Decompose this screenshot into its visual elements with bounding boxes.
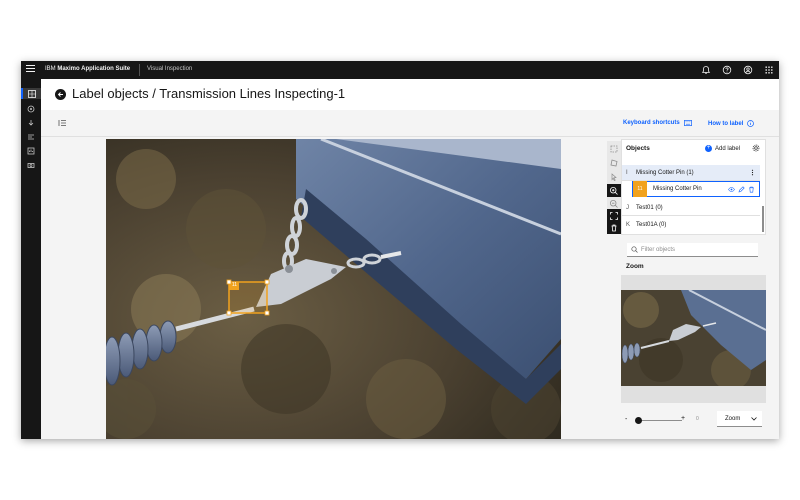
zoom-out-icon[interactable] <box>609 199 619 209</box>
visibility-eye-icon[interactable] <box>728 186 735 193</box>
row-label: Missing Cotter Pin (1) <box>636 169 694 176</box>
how-to-label-text: How to label <box>708 120 744 127</box>
keyboard-shortcuts-link[interactable]: Keyboard shortcuts <box>623 120 692 126</box>
zoom-preview-image <box>621 290 766 386</box>
zoom-in-tool[interactable] <box>607 184 621 197</box>
notification-icon[interactable] <box>701 65 711 75</box>
object-label: Missing Cotter Pin <box>653 186 702 192</box>
object-tag: 11 <box>633 181 647 197</box>
brand-name: Maximo Application Suite <box>57 66 131 72</box>
row-key: K <box>626 222 631 228</box>
zoom-select[interactable]: Zoom <box>717 411 762 427</box>
zoom-value: 0 <box>696 416 699 422</box>
app-switcher-icon[interactable] <box>764 65 774 75</box>
zoom-in-icon <box>609 186 618 195</box>
label-row-test01a[interactable]: K Test01A (0) <box>622 217 760 233</box>
brand-prefix: IBM <box>45 66 56 72</box>
projects-icon[interactable] <box>27 133 35 141</box>
objects-title: Objects <box>626 145 650 152</box>
trash-icon <box>611 224 617 231</box>
fit-screen-icon <box>610 211 618 220</box>
back-button[interactable] <box>55 89 66 100</box>
label-toolbar: Keyboard shortcuts How to label <box>41 110 779 137</box>
nav-datasets-item[interactable] <box>21 88 41 99</box>
bounding-box-tag[interactable]: 11 <box>230 282 239 288</box>
delete-object-icon[interactable] <box>748 186 755 193</box>
models-icon[interactable] <box>27 105 35 113</box>
row-key: J <box>626 204 629 211</box>
deploy-icon[interactable] <box>27 119 35 127</box>
object-row-11[interactable]: 11 Missing Cotter Pin <box>632 181 760 197</box>
edit-pencil-icon[interactable] <box>738 186 745 193</box>
add-label-text: Add label <box>715 145 741 152</box>
filter-objects-input[interactable]: Filter objects <box>627 243 758 257</box>
row-label: Test01A (0) <box>636 222 667 228</box>
box-tool-icon[interactable] <box>609 144 619 154</box>
filter-placeholder: Filter objects <box>641 246 676 253</box>
objects-panel: Objects + Add label I Missing Cotter Pin… <box>621 139 766 439</box>
zoom-slider-track[interactable] <box>636 420 682 421</box>
arrow-left-icon <box>57 92 63 97</box>
search-icon <box>631 246 638 253</box>
help-icon[interactable] <box>722 65 732 75</box>
left-nav-rail <box>21 79 41 439</box>
zoom-select-value: Zoom <box>725 415 741 422</box>
how-to-label-link[interactable]: How to label <box>708 120 755 127</box>
page-header: Label objects / Transmission Lines Inspe… <box>41 79 779 110</box>
menu-icon[interactable] <box>26 65 35 75</box>
keyboard-shortcuts-label: Keyboard shortcuts <box>623 120 680 126</box>
brand[interactable]: IBM Maximo Application Suite <box>45 66 130 72</box>
objects-list-box: Objects + Add label I Missing Cotter Pin… <box>621 139 766 235</box>
page-title: Label objects / Transmission Lines Inspe… <box>72 86 346 101</box>
topbar-divider <box>139 64 140 76</box>
add-icon: + <box>705 145 712 152</box>
chevron-down-icon <box>751 417 757 421</box>
add-label-button[interactable]: + Add label <box>705 145 740 152</box>
settings-gear-icon[interactable] <box>752 144 760 152</box>
reports-icon[interactable] <box>27 147 35 155</box>
zoom-preview[interactable] <box>621 290 766 386</box>
app-window: IBM Maximo Application Suite Visual Insp… <box>21 61 779 439</box>
datasets-icon <box>28 90 36 98</box>
overflow-menu-icon[interactable] <box>749 169 756 176</box>
zoom-minus-button[interactable]: - <box>625 416 627 423</box>
zoom-plus-button[interactable]: + <box>681 415 685 422</box>
transmission-line-photo <box>106 139 561 439</box>
label-row-missing-cotter-pin[interactable]: I Missing Cotter Pin (1) <box>622 165 760 181</box>
annotation-tools <box>607 141 621 234</box>
top-bar: IBM Maximo Application Suite Visual Insp… <box>21 61 779 79</box>
row-label: Test01 (0) <box>636 204 663 211</box>
labeling-canvas[interactable]: 11 <box>106 139 561 439</box>
zoom-controls: - + 0 Zoom <box>621 403 766 439</box>
delete-tool[interactable] <box>607 221 621 234</box>
zoom-preview-well <box>621 275 766 403</box>
pointer-tool-icon[interactable] <box>609 172 619 182</box>
product-name: Visual Inspection <box>147 66 193 72</box>
user-icon[interactable] <box>743 65 753 75</box>
camera-icon[interactable] <box>27 161 35 169</box>
objects-scrollbar[interactable] <box>762 206 764 232</box>
zoom-slider-thumb[interactable] <box>635 417 642 424</box>
panel-toggle-icon[interactable] <box>58 119 67 127</box>
polygon-tool-icon[interactable] <box>609 158 619 168</box>
keyboard-icon <box>683 120 692 126</box>
label-row-test01[interactable]: J Test01 (0) <box>622 200 760 216</box>
scrolled-row-remnant <box>626 154 746 160</box>
help-circle-icon <box>747 120 755 127</box>
zoom-section-title: Zoom <box>626 263 644 270</box>
row-key: I <box>626 169 628 176</box>
